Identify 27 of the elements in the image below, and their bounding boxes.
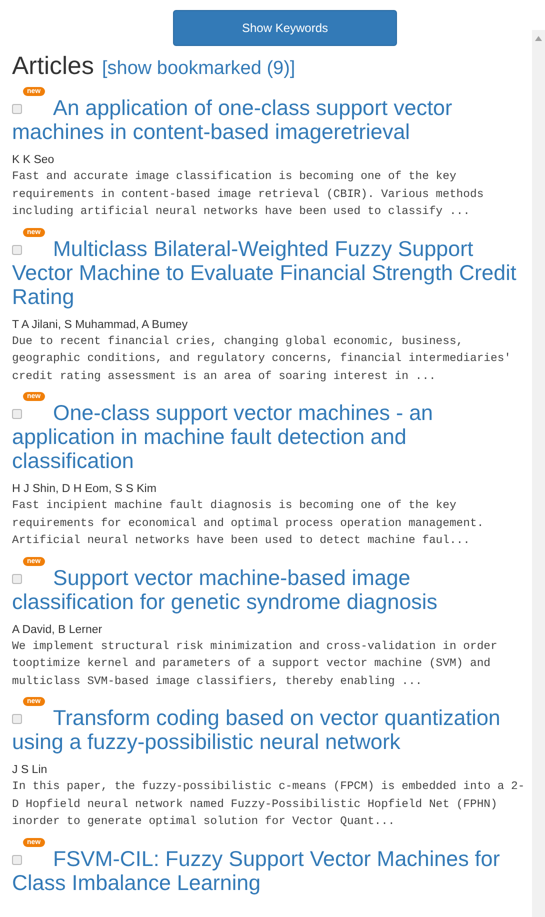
article-title-link[interactable]: An application of one-class support vector machines in content-based imageretrieval (12, 96, 528, 144)
article-authors: H J Shin, D H Eom, S S Kim (12, 483, 158, 495)
bookmark-checkbox[interactable] (12, 714, 22, 724)
article-authors: A David, B Lerner (12, 624, 104, 636)
article-title-link[interactable]: Support vector machine-based image classification for genetic syndrome diagnosis (12, 566, 528, 614)
bookmark-checkbox[interactable] (12, 104, 22, 114)
article-abstract: Fast and accurate image classification is becoming one of the key requirements in content-based image retrieval (CBIR). Various methods including artificial neural networks have been used to classify ... (12, 170, 485, 220)
bookmark-checkbox[interactable] (12, 574, 22, 584)
article-abstract: In this paper, the fuzzy-possibilistic c-means (FPCM) is embedded into a 2-D Hopfield neural network named Fuzzy-Possibilistic Hopfield Net (FPHN) inorder to generate optimal solution for Vector Quant... (12, 780, 526, 830)
article-authors: J S Lin (12, 764, 48, 776)
article-abstract: Due to recent financial cries, changing global economic, business, geographic conditions, and regulatory concerns, financial intermediaries' credit rating assessment is an area of soaring interest in ... (12, 334, 512, 384)
bookmark-checkbox[interactable] (12, 409, 22, 419)
article-title-link[interactable]: Transform coding based on vector quantization using a fuzzy-possibilistic neural network (12, 706, 528, 754)
article-abstract: Fast incipient machine fault diagnosis is becoming one of the key requirements for economical and optimal process operation management. Artificial neural networks have been used to detect machine faul... (12, 498, 485, 549)
bookmark-checkbox[interactable] (12, 244, 22, 254)
article-title-link[interactable]: One-class support vector machines - an application in machine fault detection and classification (12, 401, 528, 473)
articles-heading: Articles (12, 52, 94, 81)
article-title-link[interactable]: FSVM-CIL: Fuzzy Support Vector Machines for Class Imbalance Learning (12, 846, 528, 894)
article-abstract: We implement structural risk minimization and cross-validation in order tooptimize kernel and parameters of a support vector machine (SVM) and multiclass SVM-based image classifiers, thereby enabling ... (12, 640, 498, 690)
show-bookmarked-link[interactable]: [show bookmarked (9)] (102, 58, 296, 80)
bookmark-checkbox[interactable] (12, 854, 22, 864)
scrollbar[interactable] (532, 30, 545, 917)
show-keywords-button[interactable]: Show Keywords (173, 10, 397, 46)
article-title-link[interactable]: Multiclass Bilateral-Weighted Fuzzy Support Vector Machine to Evaluate Financial Strength Credit Rating (12, 236, 528, 308)
article-authors: T A Jilani, S Muhammad, A Bumey (12, 318, 189, 330)
article-authors: K K Seo (12, 154, 56, 166)
scroll-up-arrow-icon[interactable] (535, 36, 542, 41)
